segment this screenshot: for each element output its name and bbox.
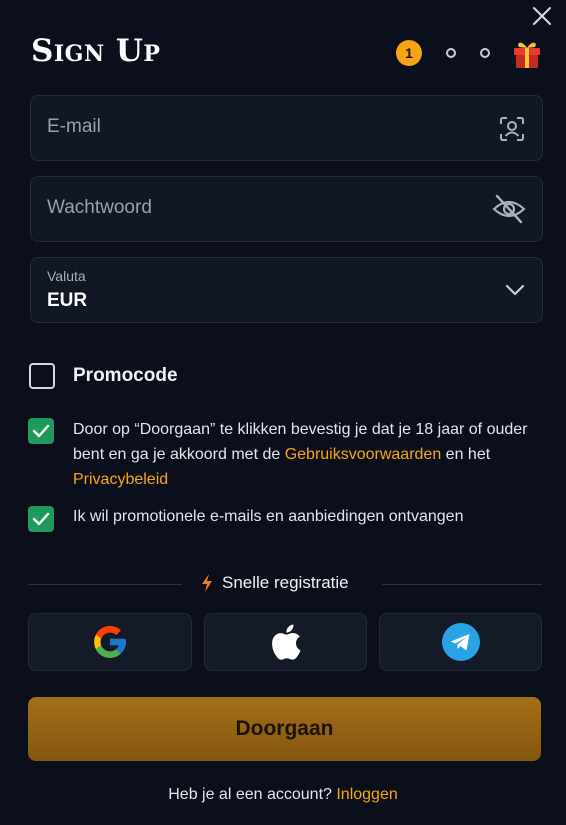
checkmark-icon	[32, 424, 50, 438]
promocode-checkbox[interactable]	[29, 363, 55, 389]
marketing-label[interactable]: Ik wil promotionele e-mails en aanbiedin…	[73, 508, 463, 526]
currency-value: EUR	[47, 290, 88, 311]
checkmark-icon	[32, 512, 50, 526]
close-icon	[533, 7, 551, 25]
quick-register-label: Snelle registratie	[222, 573, 349, 592]
marketing-checkbox[interactable]	[28, 506, 54, 532]
chevron-down-icon[interactable]	[504, 282, 526, 298]
step-1-active: 1	[396, 40, 422, 66]
terms-text: Door op “Doorgaan” te klikken bevestig j…	[73, 417, 548, 492]
email-field[interactable]	[30, 95, 543, 161]
password-input[interactable]	[47, 197, 447, 219]
divider-right	[382, 584, 542, 585]
page-title: Sign Up	[31, 33, 161, 69]
eye-off-icon[interactable]	[492, 193, 526, 225]
step-indicator: 1	[396, 36, 544, 70]
lightning-icon	[202, 574, 212, 592]
login-link[interactable]: Inloggen	[336, 786, 397, 803]
continue-button[interactable]: Doorgaan	[28, 697, 541, 761]
login-question: Heb je al een account?	[168, 786, 337, 803]
telegram-login-button[interactable]	[379, 613, 542, 671]
email-input[interactable]	[47, 116, 447, 138]
face-scan-icon[interactable]	[498, 115, 526, 143]
divider-left	[28, 584, 182, 585]
terms-link[interactable]: Gebruiksvoorwaarden	[285, 446, 442, 463]
privacy-link[interactable]: Privacybeleid	[73, 471, 168, 488]
step-2-dot	[446, 48, 456, 58]
gift-icon	[514, 42, 540, 68]
currency-select[interactable]: Valuta EUR	[30, 257, 543, 323]
apple-icon	[271, 624, 300, 660]
step-3-dot	[480, 48, 490, 58]
quick-register-heading: Snelle registratie	[200, 573, 349, 593]
terms-checkbox[interactable]	[28, 418, 54, 444]
password-field[interactable]	[30, 176, 543, 242]
google-login-button[interactable]	[28, 613, 192, 671]
google-icon	[94, 626, 126, 658]
telegram-icon	[441, 623, 480, 661]
login-prompt: Heb je al een account? Inloggen	[0, 786, 566, 804]
promocode-label[interactable]: Promocode	[73, 365, 178, 387]
currency-label: Valuta	[47, 268, 86, 284]
terms-text-middle: en het	[441, 446, 491, 463]
apple-login-button[interactable]	[204, 613, 367, 671]
close-button[interactable]	[530, 4, 554, 28]
